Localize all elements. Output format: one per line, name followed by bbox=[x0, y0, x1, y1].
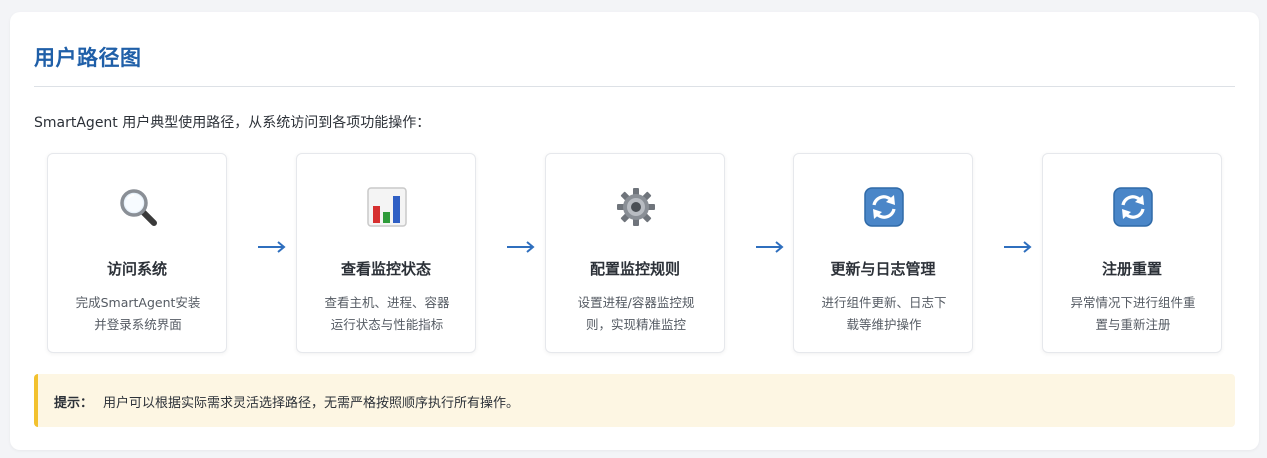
step-description: 设置进程/容器监控规 则，实现精准监控 bbox=[566, 292, 706, 336]
step-desc-line: 载等维护操作 bbox=[846, 317, 922, 332]
step-desc-line: 并登录系统界面 bbox=[94, 317, 182, 332]
path-steps: 访问系统 完成SmartAgent安装 并登录系统界面 查看监控状态 查看主机、… bbox=[47, 153, 1222, 353]
step-desc-line: 完成SmartAgent安装 bbox=[75, 295, 201, 310]
page-title: 用户路径图 bbox=[34, 46, 142, 70]
step-card-register-reset: 注册重置 异常情况下进行组件重 置与重新注册 bbox=[1042, 153, 1222, 353]
refresh-icon bbox=[1113, 187, 1153, 227]
step-desc-line: 进行组件更新、日志下 bbox=[821, 295, 947, 310]
tip-text: 用户可以根据实际需求灵活选择路径，无需严格按照顺序执行所有操作。 bbox=[103, 396, 520, 411]
arrow-right-icon bbox=[1004, 241, 1032, 253]
title-divider bbox=[34, 86, 1235, 87]
intro-text: SmartAgent 用户典型使用路径，从系统访问到各项功能操作： bbox=[34, 115, 431, 131]
step-description: 查看主机、进程、容器 运行状态与性能指标 bbox=[317, 292, 457, 336]
bar-chart-icon bbox=[367, 187, 407, 227]
step-description: 完成SmartAgent安装 并登录系统界面 bbox=[68, 292, 208, 336]
step-title: 配置监控规则 bbox=[589, 260, 680, 278]
tip-box: 提示： 用户可以根据实际需求灵活选择路径，无需严格按照顺序执行所有操作。 bbox=[34, 374, 1235, 427]
step-card-access-system: 访问系统 完成SmartAgent安装 并登录系统界面 bbox=[47, 153, 227, 353]
step-desc-line: 则，实现精准监控 bbox=[585, 317, 686, 332]
tip-content: 提示： 用户可以根据实际需求灵活选择路径，无需严格按照顺序执行所有操作。 bbox=[54, 392, 519, 411]
arrow-right-icon bbox=[507, 241, 535, 253]
refresh-icon bbox=[864, 187, 904, 227]
step-card-update-log-management: 更新与日志管理 进行组件更新、日志下 载等维护操作 bbox=[793, 153, 973, 353]
step-title: 查看监控状态 bbox=[340, 260, 431, 278]
step-title: 注册重置 bbox=[1101, 260, 1162, 278]
step-desc-line: 置与重新注册 bbox=[1095, 317, 1171, 332]
step-description: 异常情况下进行组件重 置与重新注册 bbox=[1063, 292, 1203, 336]
step-title: 更新与日志管理 bbox=[830, 260, 936, 278]
gear-icon bbox=[617, 188, 655, 226]
step-title: 访问系统 bbox=[106, 260, 167, 278]
step-desc-line: 查看主机、进程、容器 bbox=[324, 295, 450, 310]
magnifier-icon bbox=[120, 189, 157, 226]
step-card-view-monitor-status: 查看监控状态 查看主机、进程、容器 运行状态与性能指标 bbox=[296, 153, 476, 353]
step-desc-line: 运行状态与性能指标 bbox=[330, 317, 444, 332]
step-desc-line: 异常情况下进行组件重 bbox=[1070, 295, 1196, 310]
step-desc-line: 设置进程/容器监控规 bbox=[577, 295, 695, 310]
user-path-card: 用户路径图 SmartAgent 用户典型使用路径，从系统访问到各项功能操作： … bbox=[10, 12, 1259, 450]
step-card-configure-rules: 配置监控规则 设置进程/容器监控规 则，实现精准监控 bbox=[545, 153, 725, 353]
arrow-right-icon bbox=[258, 241, 286, 253]
step-description: 进行组件更新、日志下 载等维护操作 bbox=[814, 292, 954, 336]
arrow-right-icon bbox=[756, 241, 784, 253]
tip-label: 提示： bbox=[54, 396, 94, 411]
